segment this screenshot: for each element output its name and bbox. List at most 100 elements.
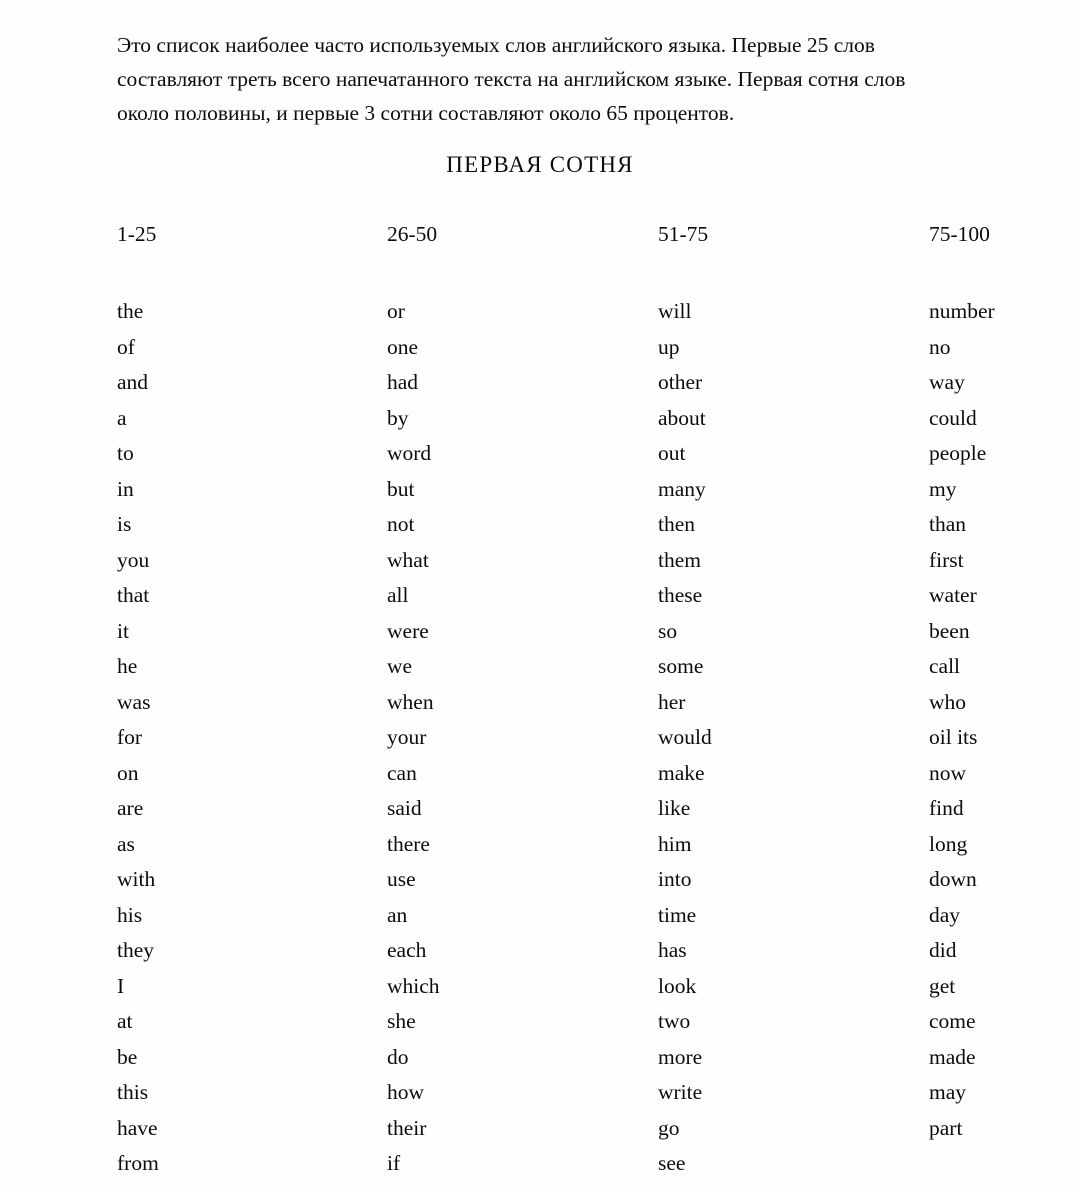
word-item: time — [658, 902, 697, 927]
word-item: so — [658, 618, 678, 643]
word-item: to — [117, 441, 134, 465]
word-item: who — [929, 689, 967, 714]
word-item: get — [929, 973, 956, 998]
word-column-1-25: the of and a to in is you that it he was… — [117, 294, 367, 1182]
word-item: what — [387, 547, 429, 572]
word-item: find — [929, 796, 964, 820]
word-item: there — [387, 831, 430, 856]
column-header-1-25: 1-25 — [117, 222, 157, 246]
word-item: an — [387, 902, 408, 927]
word-item: be — [117, 1044, 138, 1069]
word-item: her — [658, 689, 686, 714]
word-item: people — [929, 441, 987, 465]
word-item: can — [387, 760, 417, 785]
word-item: I — [117, 973, 125, 998]
word-item: is — [117, 512, 132, 536]
word-item: my — [929, 476, 957, 501]
word-item: on — [117, 760, 139, 785]
word-item: no — [929, 334, 951, 359]
word-item: been — [929, 618, 970, 643]
word-item: all — [387, 583, 409, 607]
word-item: this — [117, 1080, 149, 1104]
word-item: as — [117, 831, 135, 856]
word-item: would — [658, 725, 712, 749]
word-item: other — [658, 370, 703, 394]
word-item: from — [117, 1151, 159, 1175]
word-item: you — [117, 547, 150, 572]
word-item: she — [387, 1009, 416, 1033]
word-item: has — [658, 938, 687, 962]
word-item: up — [658, 334, 680, 359]
word-item: one — [387, 334, 419, 359]
word-item: write — [658, 1080, 703, 1104]
word-item: the — [117, 299, 144, 323]
word-item: which — [387, 973, 440, 998]
word-item: will — [658, 299, 692, 323]
word-item: for — [117, 725, 143, 749]
word-item: day — [929, 902, 961, 927]
word-item: each — [387, 938, 427, 962]
word-item: some — [658, 654, 704, 678]
word-item: their — [387, 1115, 427, 1140]
column-header-26-50: 26-50 — [387, 222, 438, 246]
word-item: him — [658, 831, 692, 856]
word-item: have — [117, 1115, 158, 1140]
word-item: made — [929, 1044, 976, 1069]
word-item: we — [387, 654, 413, 678]
word-item: more — [658, 1044, 703, 1069]
word-item: he — [117, 654, 138, 678]
section-title: ПЕРВАЯ СОТНЯ — [446, 152, 634, 177]
word-item: but — [387, 476, 415, 501]
intro-line: составляют треть всего напечатанного тек… — [117, 67, 906, 91]
word-item: than — [929, 512, 967, 536]
word-list-grid: the of and a to in is you that it he was… — [0, 294, 1080, 1194]
word-item: a — [117, 405, 127, 430]
word-item: two — [658, 1009, 691, 1033]
word-column-75-100: number no way could people my than first… — [929, 294, 1080, 1146]
word-item: with — [117, 867, 156, 891]
word-item: did — [929, 938, 957, 962]
word-item: oil its — [929, 725, 978, 749]
word-item: about — [658, 405, 706, 430]
word-item: down — [929, 867, 977, 891]
word-item: if — [387, 1151, 401, 1175]
intro-paragraph: Это список наиболее часто используемых с… — [117, 28, 1075, 130]
word-column-26-50: or one had by word but not what all were… — [387, 294, 637, 1182]
word-item: of — [117, 334, 135, 359]
word-item: was — [117, 689, 151, 714]
word-item: do — [387, 1044, 409, 1069]
word-item: that — [117, 583, 150, 607]
word-item: water — [929, 583, 977, 607]
word-item: when — [387, 689, 434, 714]
word-item: and — [117, 370, 149, 394]
word-item: way — [929, 370, 965, 394]
word-item: they — [117, 938, 155, 962]
word-item: look — [658, 973, 697, 998]
word-item: may — [929, 1080, 967, 1104]
word-item: it — [117, 618, 129, 643]
word-item: how — [387, 1080, 425, 1104]
word-item: then — [658, 512, 696, 536]
word-item: word — [387, 441, 432, 465]
word-item: come — [929, 1009, 976, 1033]
word-item: like — [658, 796, 691, 820]
word-item: his — [117, 902, 143, 927]
word-item: many — [658, 476, 706, 501]
word-item: use — [387, 867, 416, 891]
word-item: out — [658, 441, 686, 465]
word-item: said — [387, 796, 422, 820]
word-item: not — [387, 512, 415, 536]
word-item: long — [929, 831, 968, 856]
document-page: Это список наиболее часто используемых с… — [0, 0, 1080, 1193]
word-item: at — [117, 1009, 133, 1033]
column-headers-row: 1-25 26-50 51-75 75-100 — [0, 222, 1080, 254]
word-item: these — [658, 583, 703, 607]
word-item: by — [387, 405, 409, 430]
column-header-51-75: 51-75 — [658, 222, 709, 246]
word-item: into — [658, 867, 692, 891]
word-column-51-75: will up other about out many then them t… — [658, 294, 908, 1182]
word-item: see — [658, 1151, 686, 1175]
word-item: or — [387, 299, 405, 323]
word-item: were — [387, 618, 429, 643]
column-header-75-100: 75-100 — [929, 222, 990, 246]
